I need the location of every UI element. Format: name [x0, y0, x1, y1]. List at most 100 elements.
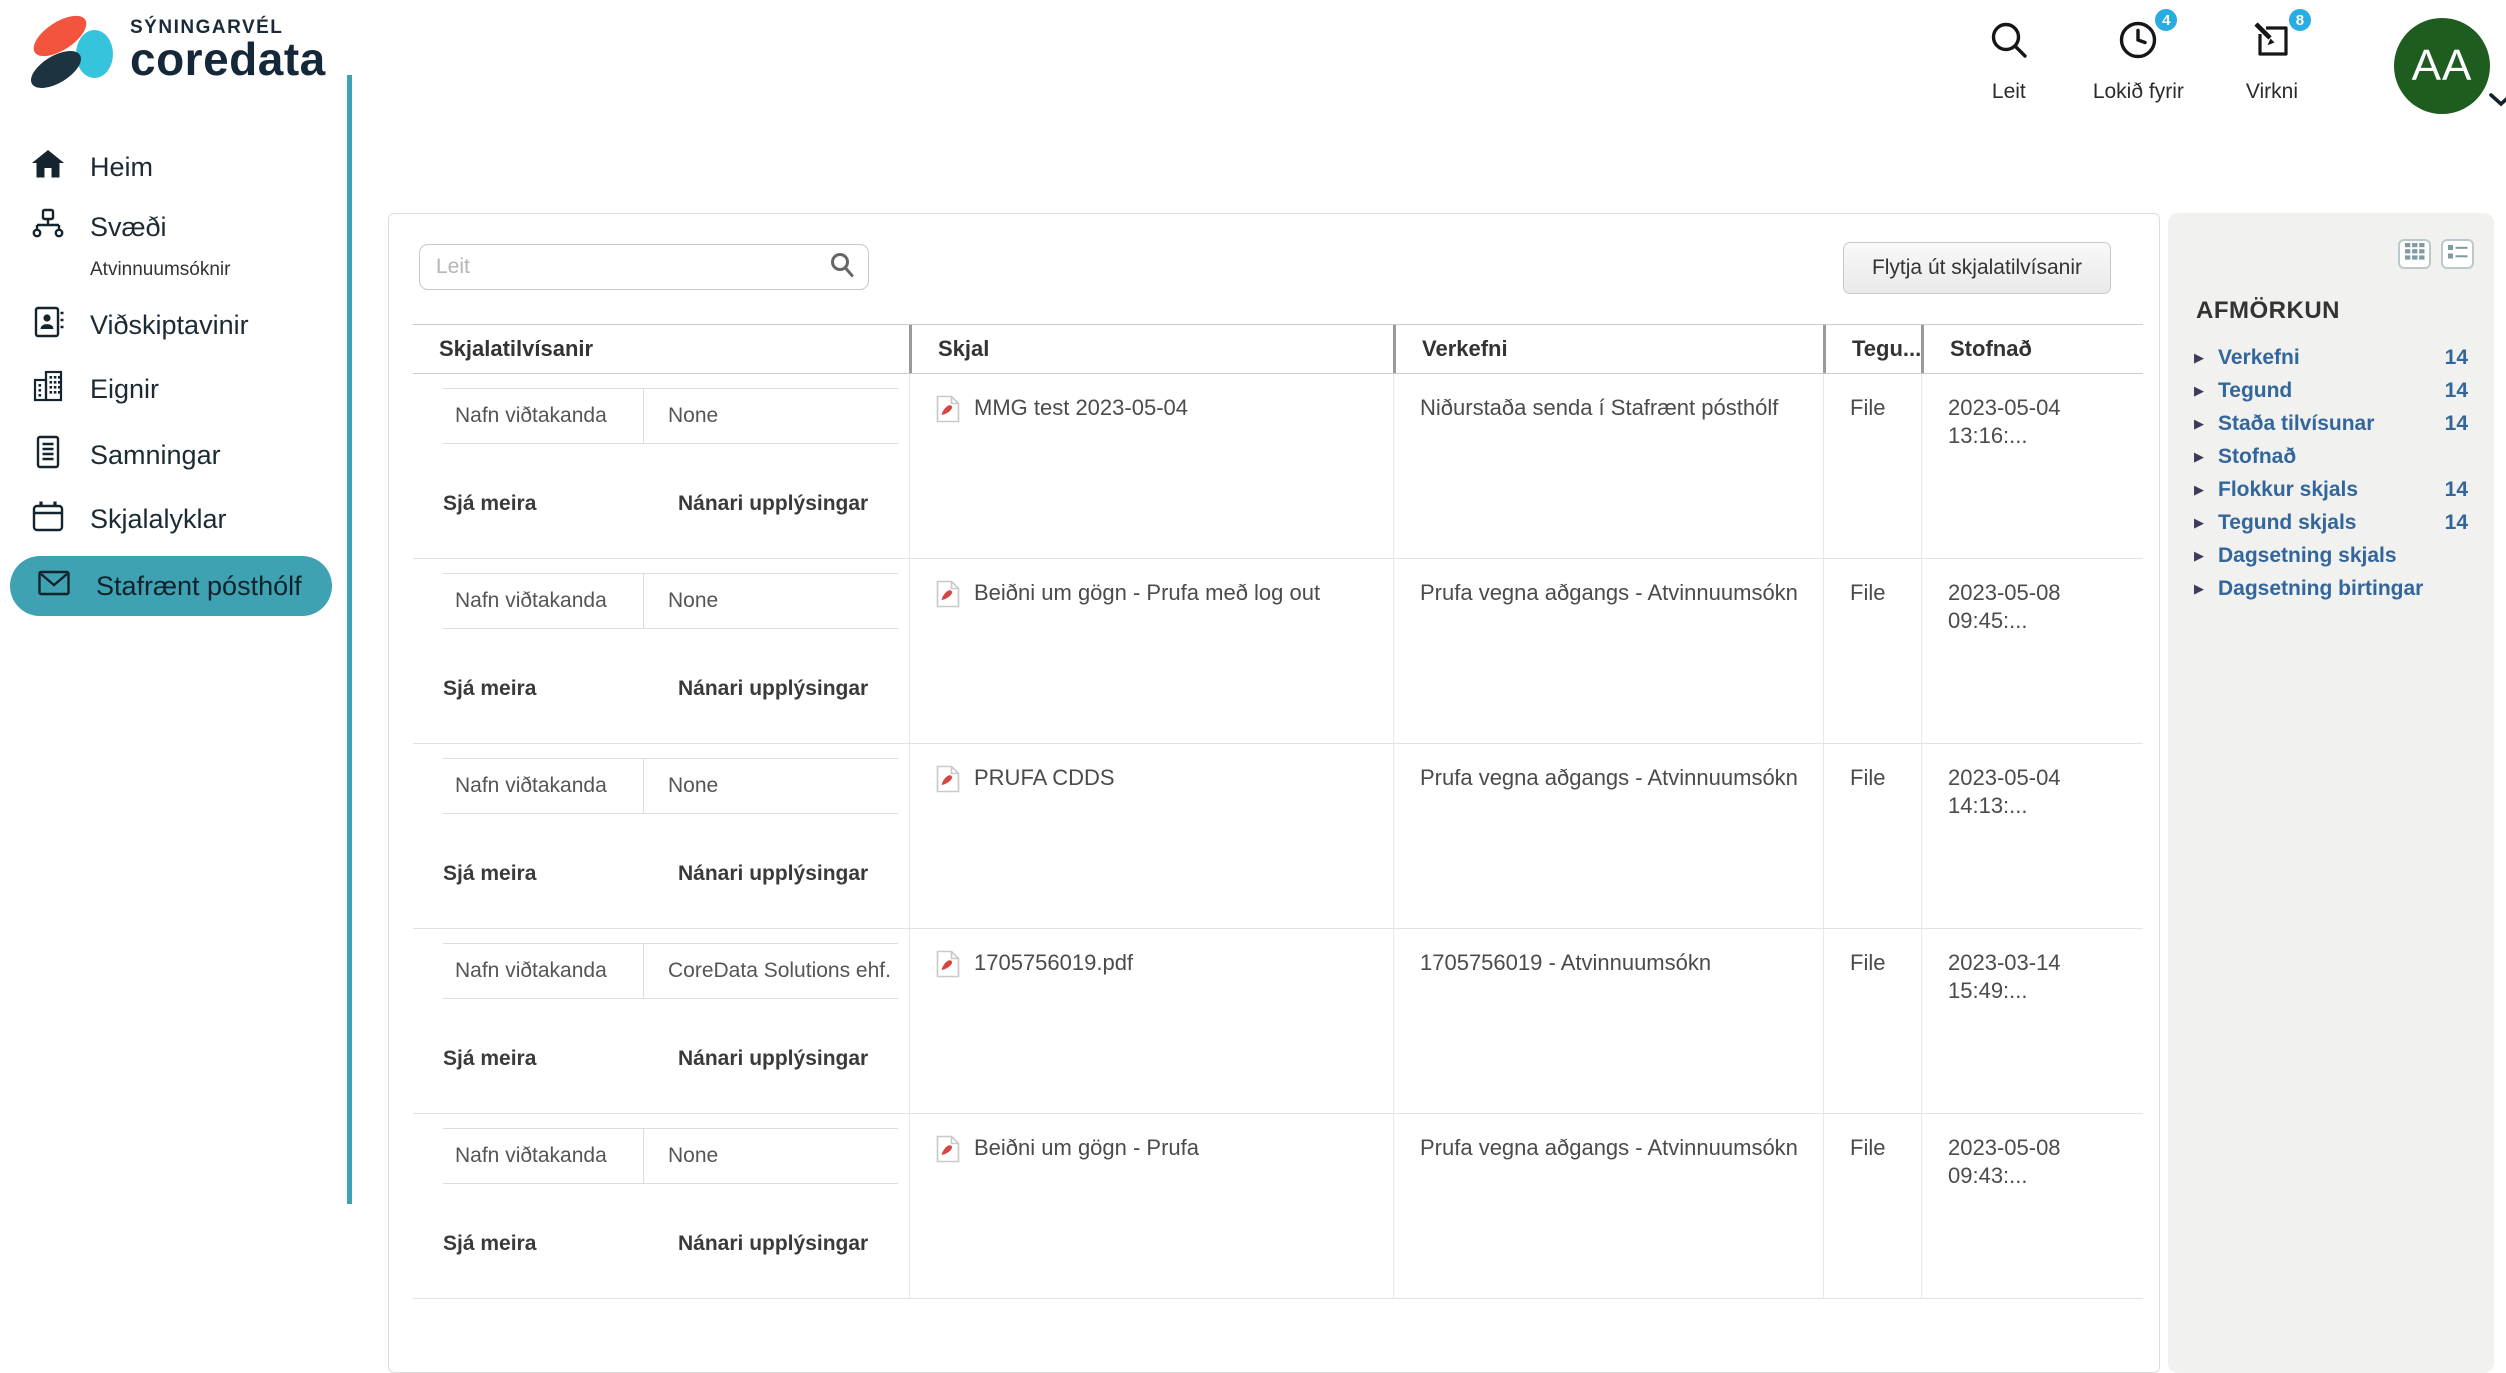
search-action-button[interactable]: Leit: [1987, 18, 2031, 104]
filter-item-count: 14: [2445, 379, 2468, 403]
created-cell: 2023-05-08 09:45:...: [1921, 559, 2143, 743]
sidebar-item-eignir[interactable]: Eignir: [30, 368, 159, 411]
sidebar-item-svaedi[interactable]: Svæði Atvinnuumsóknir: [30, 206, 230, 281]
recipient-mini-table: Nafn viðtakanda CoreData Solutions ehf.: [443, 943, 898, 999]
see-more-link[interactable]: Sjá meira: [443, 860, 678, 888]
table-row: Nafn viðtakanda None Sjá meira Nánari up…: [413, 559, 2143, 744]
details-link[interactable]: Nánari upplýsingar: [678, 1230, 868, 1258]
recipient-label: Nafn viðtakanda: [443, 759, 643, 813]
search-submit-icon[interactable]: [828, 251, 856, 284]
document-name: PRUFA CDDS: [974, 764, 1115, 792]
project-cell: 1705756019 - Atvinnuumsókn: [1393, 929, 1823, 1113]
project-cell: Prufa vegna aðgangs - Atvinnuumsókn: [1393, 1114, 1823, 1298]
filter-item[interactable]: ▶ Tegund skjals 14: [2194, 506, 2468, 539]
table-view-toggle-button[interactable]: [2398, 239, 2431, 269]
search-action-label: Leit: [1992, 80, 2026, 104]
filter-item[interactable]: ▶ Verkefni 14: [2194, 341, 2468, 374]
topbar-actions: Leit 4 Lokið fyrir 8 Virkni AA: [1987, 18, 2490, 114]
see-more-link[interactable]: Sjá meira: [443, 1230, 678, 1258]
search-input[interactable]: [436, 255, 828, 279]
filter-list: ▶ Verkefni 14 ▶ Tegund 14 ▶ Staða tilvís…: [2194, 341, 2468, 605]
grid-view-icon: [2405, 243, 2425, 265]
filter-item-label: Stofnað: [2218, 445, 2296, 469]
caret-right-icon: ▶: [2194, 416, 2218, 432]
search-icon: [1987, 18, 2031, 67]
deadlines-count-badge: 4: [2152, 6, 2180, 34]
type-cell: File: [1823, 374, 1921, 558]
filter-item-count: 14: [2445, 511, 2468, 535]
type-cell: File: [1823, 744, 1921, 928]
filter-item-label: Tegund skjals: [2218, 511, 2356, 535]
sidebar-item-label: Heim: [90, 152, 153, 183]
building-icon: [30, 368, 66, 411]
chevron-down-icon[interactable]: [2488, 92, 2506, 112]
column-header-stofnad: Stofnað: [1921, 325, 2143, 373]
sidebar-item-samningar[interactable]: Samningar: [30, 434, 221, 477]
recipient-label: Nafn viðtakanda: [443, 574, 643, 628]
filter-item[interactable]: ▶ Dagsetning skjals: [2194, 539, 2468, 572]
home-icon: [30, 146, 66, 189]
caret-right-icon: ▶: [2194, 581, 2218, 597]
content-card: Flytja út skjalatilvísanir Skjalatilvísa…: [388, 213, 2160, 1373]
activity-count-badge: 8: [2286, 6, 2314, 34]
document-link[interactable]: 1705756019.pdf: [936, 949, 1383, 985]
sidebar-item-label: Stafrænt pósthólf: [96, 571, 302, 602]
filter-item-label: Tegund: [2218, 379, 2292, 403]
envelope-icon: [36, 565, 72, 608]
recipient-value: None: [643, 389, 898, 443]
pdf-file-icon: [936, 764, 960, 800]
filter-item[interactable]: ▶ Staða tilvísunar 14: [2194, 407, 2468, 440]
created-cell: 2023-05-04 13:16:...: [1921, 374, 2143, 558]
document-icon: [30, 434, 66, 477]
filter-item-count: 14: [2445, 346, 2468, 370]
filter-item-label: Dagsetning birtingar: [2218, 577, 2423, 601]
see-more-link[interactable]: Sjá meira: [443, 490, 678, 518]
list-view-toggle-button[interactable]: [2441, 239, 2474, 269]
export-references-button[interactable]: Flytja út skjalatilvísanir: [1843, 242, 2111, 294]
document-link[interactable]: MMG test 2023-05-04: [936, 394, 1383, 430]
recipient-mini-table: Nafn viðtakanda None: [443, 758, 898, 814]
created-cell: 2023-05-04 14:13:...: [1921, 744, 2143, 928]
calendar-icon: [30, 498, 66, 541]
deadlines-action-button[interactable]: 4 Lokið fyrir: [2093, 18, 2184, 104]
user-avatar[interactable]: AA: [2394, 18, 2490, 114]
recipient-mini-table: Nafn viðtakanda None: [443, 1128, 898, 1184]
document-name: MMG test 2023-05-04: [974, 394, 1188, 422]
column-header-skjal: Skjal: [909, 325, 1393, 373]
document-link[interactable]: Beiðni um gögn - Prufa: [936, 1134, 1383, 1170]
type-cell: File: [1823, 929, 1921, 1113]
pdf-file-icon: [936, 579, 960, 615]
document-link[interactable]: PRUFA CDDS: [936, 764, 1383, 800]
sidebar-item-label: Skjalalyklar: [90, 504, 227, 535]
sidebar-item-label: Viðskiptavinir: [90, 310, 249, 341]
document-link[interactable]: Beiðni um gögn - Prufa með log out: [936, 579, 1383, 615]
caret-right-icon: ▶: [2194, 449, 2218, 465]
details-link[interactable]: Nánari upplýsingar: [678, 860, 868, 888]
sidebar-item-skjalalyklar[interactable]: Skjalalyklar: [30, 498, 227, 541]
sidebar-divider: [347, 75, 352, 1204]
brand-logo[interactable]: SÝNINGARVÉL coredata: [28, 12, 326, 90]
sidebar-item-stafraent-posholf[interactable]: Stafrænt pósthólf: [10, 556, 332, 616]
details-link[interactable]: Nánari upplýsingar: [678, 490, 868, 518]
sitemap-icon: [30, 206, 66, 249]
sidebar-item-heim[interactable]: Heim: [30, 146, 153, 189]
references-table: Skjalatilvísanir Skjal Verkefni Tegu... …: [413, 324, 2143, 1299]
pdf-file-icon: [936, 1134, 960, 1170]
details-link[interactable]: Nánari upplýsingar: [678, 1045, 868, 1073]
filter-item-label: Verkefni: [2218, 346, 2300, 370]
filter-item[interactable]: ▶ Tegund 14: [2194, 374, 2468, 407]
sidebar-item-label: Samningar: [90, 440, 221, 471]
filter-panel-title: AFMÖRKUN: [2196, 297, 2340, 325]
recipient-mini-table: Nafn viðtakanda None: [443, 573, 898, 629]
details-link[interactable]: Nánari upplýsingar: [678, 675, 868, 703]
activity-action-button[interactable]: 8 Virkni: [2246, 18, 2298, 104]
filter-item[interactable]: ▶ Flokkur skjals 14: [2194, 473, 2468, 506]
filter-item[interactable]: ▶ Dagsetning birtingar: [2194, 572, 2468, 605]
sidebar-item-vidskiptavinir[interactable]: Viðskiptavinir: [30, 304, 249, 347]
see-more-link[interactable]: Sjá meira: [443, 675, 678, 703]
address-book-icon: [30, 304, 66, 347]
see-more-link[interactable]: Sjá meira: [443, 1045, 678, 1073]
caret-right-icon: ▶: [2194, 350, 2218, 366]
sidebar-item-sublabel: Atvinnuumsóknir: [90, 259, 230, 281]
filter-item[interactable]: ▶ Stofnað: [2194, 440, 2468, 473]
